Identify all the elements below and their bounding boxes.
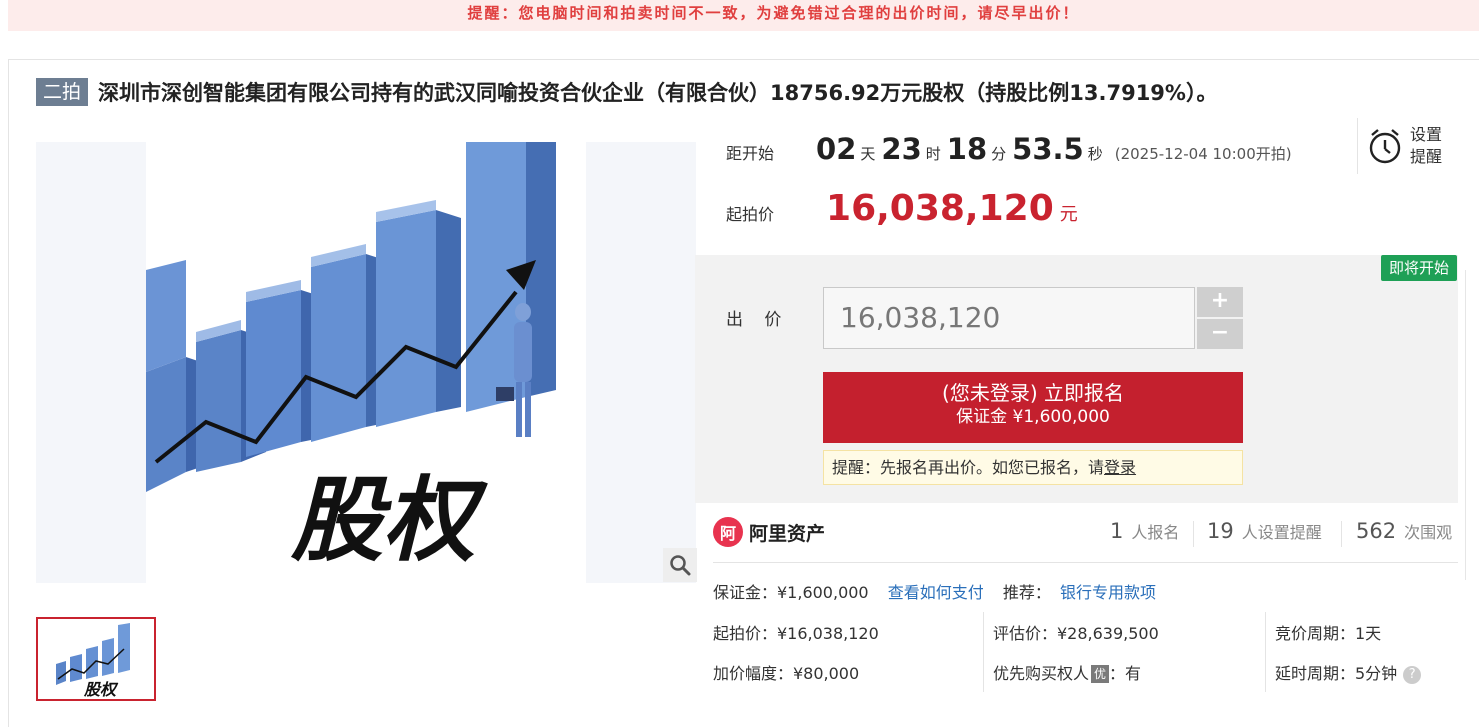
detail-bidding-cycle: 竞价周期：1天 — [1275, 624, 1382, 643]
decrease-bid-button[interactable]: − — [1197, 319, 1243, 349]
signup-button[interactable]: (您未登录) 立即报名 保证金 ¥1,600,000 — [823, 372, 1243, 443]
signup-tip: 提醒：先报名再出价。如您已报名，请登录 — [823, 450, 1243, 485]
countdown-hours-unit: 时 — [925, 145, 941, 163]
auction-title-row: 二拍 深圳市深创智能集团有限公司持有的武汉同喻投资合伙企业（有限合伙）18756… — [36, 77, 1217, 107]
detail-delay-cycle: 延时周期：5分钟? — [1275, 660, 1422, 684]
bank-payment-link[interactable]: 银行专用款项 — [1060, 583, 1156, 602]
bid-amount-input[interactable]: 16,038,120 — [823, 287, 1195, 349]
auction-title: 深圳市深创智能集团有限公司持有的武汉同喻投资合伙企业（有限合伙）18756.92… — [98, 81, 1218, 105]
login-link[interactable]: 登录 — [1104, 458, 1136, 477]
countdown: 距开始 02 天 23 时 18 分 53.5 秒 (2025-12-04 10… — [726, 132, 1292, 166]
start-time-note: (2025-12-04 10:00开拍) — [1114, 145, 1292, 163]
brand[interactable]: 阿 阿里资产 — [713, 517, 825, 547]
signup-tip-text: 提醒：先报名再出价。如您已报名，请 — [832, 458, 1105, 477]
signup-count-value: 1 — [1110, 519, 1124, 543]
increase-bid-button[interactable]: + — [1197, 287, 1243, 317]
countdown-days: 02 — [816, 132, 857, 166]
deposit-line: 保证金：¥1,600,000 查看如何支付 推荐： 银行专用款项 — [713, 579, 1156, 603]
set-reminder-label: 设置提醒 — [1410, 125, 1443, 166]
recommend-label: 推荐： — [1002, 583, 1051, 602]
ali-assets-logo-icon: 阿 — [713, 517, 743, 547]
signup-count: 1 人报名 — [1110, 519, 1179, 549]
detail-appraisal-price: 评估价：¥28,639,500 — [993, 624, 1159, 643]
help-icon[interactable]: ? — [1403, 666, 1422, 684]
start-price-value: 16,038,120 — [826, 188, 1054, 229]
reminder-count: 19 人设置提醒 — [1207, 519, 1322, 549]
column-divider — [983, 612, 984, 692]
countdown-days-unit: 天 — [860, 145, 876, 163]
view-count-value: 562 — [1356, 519, 1397, 543]
image-caption-text: 股权 — [290, 467, 488, 574]
brand-name: 阿里资产 — [749, 522, 826, 545]
equity-chart-illustration: 股权 — [36, 142, 696, 583]
column-divider — [1265, 612, 1266, 692]
countdown-seconds: 53.5 — [1012, 132, 1084, 166]
signup-deposit-label: 保证金 ¥1,600,000 — [956, 407, 1110, 427]
thumbnail-caption: 股权 — [83, 680, 119, 699]
bid-label: 出 价 — [726, 310, 790, 330]
image-thumbnail[interactable]: 股权 — [36, 617, 156, 701]
delay-cycle-text: 延时周期：5分钟 — [1275, 664, 1398, 683]
countdown-hours: 23 — [881, 132, 922, 166]
detail-increment: 加价幅度：¥80,000 — [713, 664, 860, 683]
view-count-label: 次围观 — [1404, 523, 1453, 542]
view-count: 562 次围观 — [1356, 519, 1452, 549]
reminder-count-value: 19 — [1207, 519, 1234, 543]
deposit-info: 保证金：¥1,600,000 — [713, 583, 869, 602]
time-warning-banner: 提醒：您电脑时间和拍卖时间不一致，为避免错过合理的出价时间，请尽早出价！ — [8, 0, 1479, 31]
signup-count-label: 人报名 — [1131, 523, 1180, 542]
start-price-label: 起拍价 — [726, 205, 775, 224]
countdown-minutes-unit: 分 — [991, 145, 1007, 163]
set-reminder-button[interactable]: 设置提醒 — [1357, 118, 1457, 174]
bid-box: 即将开始 出 价 16,038,120 + − (您未登录) 立即报名 保证金 … — [695, 255, 1458, 503]
stats-row: 阿 阿里资产 1 人报名 19 人设置提醒 562 次围观 — [713, 515, 1458, 563]
start-price-unit: 元 — [1059, 204, 1078, 225]
detail-priority-buyer: 优先购买权人优：有 — [993, 660, 1141, 684]
alarm-clock-icon — [1369, 129, 1401, 164]
countdown-label: 距开始 — [726, 144, 775, 163]
side-scroll-edge — [1465, 270, 1479, 580]
countdown-seconds-unit: 秒 — [1087, 145, 1103, 163]
detail-start-price: 起拍价：¥16,038,120 — [713, 624, 879, 643]
reminder-count-label: 人设置提醒 — [1241, 523, 1322, 542]
auction-panel: 二拍 深圳市深创智能集团有限公司持有的武汉同喻投资合伙企业（有限合伙）18756… — [8, 59, 1479, 727]
signup-button-label: (您未登录) 立即报名 — [942, 381, 1124, 405]
start-price-row: 起拍价 16,038,120 元 — [726, 188, 1078, 229]
priority-buyer-value: ：有 — [1109, 664, 1142, 683]
zoom-button[interactable] — [663, 548, 697, 582]
stat-divider — [1341, 521, 1342, 547]
priority-buyer-label: 优先购买权人 — [993, 664, 1090, 683]
priority-badge-icon: 优 — [1091, 665, 1110, 683]
round-tag: 二拍 — [36, 78, 89, 106]
thumbnail-illustration: 股权 — [38, 619, 154, 699]
status-badge: 即将开始 — [1380, 255, 1457, 281]
countdown-minutes: 18 — [946, 132, 988, 166]
how-to-pay-link[interactable]: 查看如何支付 — [888, 583, 984, 602]
magnifier-icon — [670, 555, 691, 576]
stat-divider — [1193, 521, 1194, 547]
main-product-image[interactable]: 股权 — [36, 142, 696, 583]
